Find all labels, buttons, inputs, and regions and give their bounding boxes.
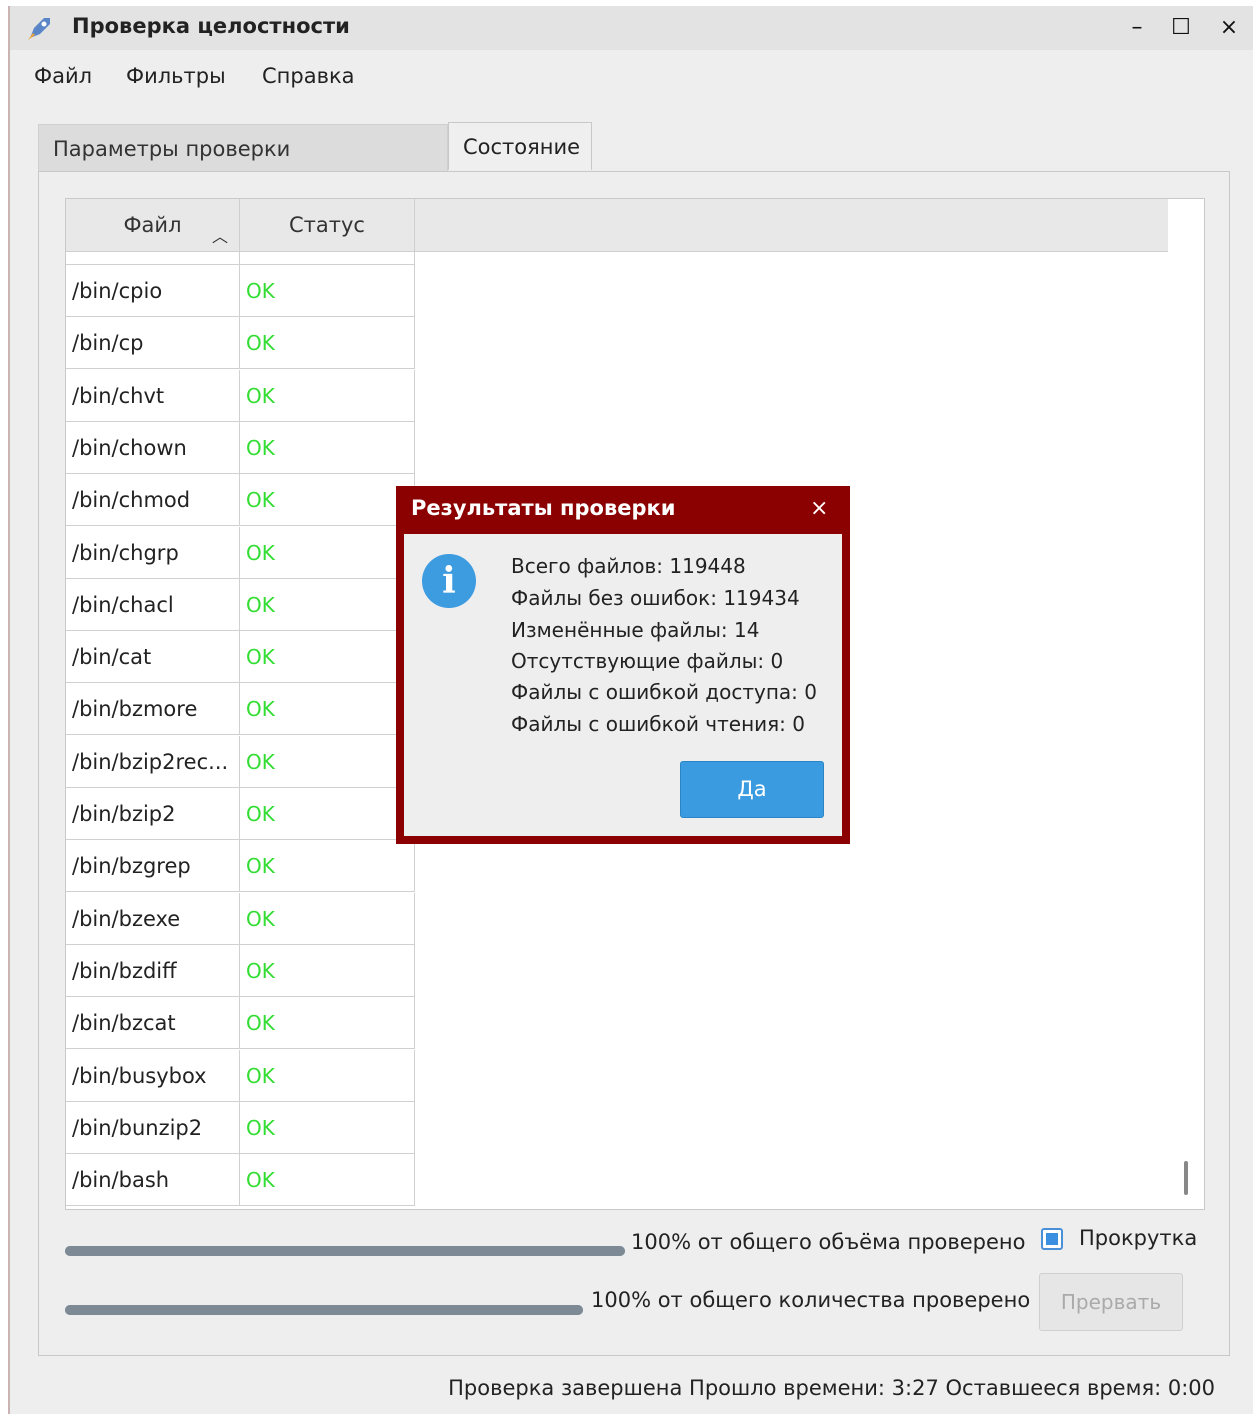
table-cell-status: OK — [240, 578, 415, 631]
table-row[interactable]: /bin/bzexe OK — [66, 892, 415, 945]
missing-files-line: Отсутствующие файлы: 0 — [511, 649, 784, 673]
table-row[interactable]: /bin/bash OK — [66, 1154, 415, 1207]
table-row[interactable]: /bin/bzip2rec... OK — [66, 735, 415, 788]
table-cell-file: /bin/bunzip2 — [66, 1101, 240, 1154]
maximize-button[interactable]: ☐ — [1166, 13, 1196, 43]
table-cell-file: /bin/bzgrep — [66, 840, 240, 893]
table-cell-file: /bin/bzexe — [66, 892, 240, 945]
table-cell-file — [66, 251, 240, 265]
tab-status[interactable]: Состояние — [448, 122, 592, 170]
table-cell-status: OK — [240, 683, 415, 736]
table-row[interactable]: /bin/chgrp OK — [66, 526, 415, 579]
table-cell-status: OK — [240, 317, 415, 370]
table-row[interactable]: /bin/chown OK — [66, 421, 415, 474]
table-row[interactable]: /bin/busybox OK — [66, 1049, 415, 1102]
table-cell-status: OK — [240, 997, 415, 1050]
table-cell-status: OK — [240, 892, 415, 945]
column-header-file[interactable]: Файл ︿ — [66, 199, 240, 251]
close-button[interactable]: × — [1214, 13, 1244, 43]
table-cell-status: OK — [240, 1049, 415, 1102]
table-cell-file: /bin/bzip2 — [66, 788, 240, 840]
table-cell-file: /bin/bzcat — [66, 997, 240, 1050]
ok-button[interactable]: Да — [680, 761, 824, 818]
count-progress-bar — [65, 1305, 583, 1315]
menu-bar: Файл Фильтры Справка — [10, 50, 1253, 100]
table-cell-status: OK — [240, 631, 415, 684]
volume-progress-label: 100% от общего объёма проверено — [631, 1230, 1026, 1254]
table-row-partial — [66, 251, 415, 265]
table-cell-status: OK — [240, 840, 415, 893]
table-cell-file: /bin/chgrp — [66, 526, 240, 579]
table-row[interactable]: /bin/bzdiff OK — [66, 944, 415, 997]
info-icon: i — [422, 554, 476, 608]
count-progress-fill — [65, 1305, 583, 1315]
stop-button[interactable]: Прервать — [1039, 1273, 1183, 1331]
volume-progress-fill — [65, 1246, 625, 1256]
table-row[interactable]: /bin/bzcat OK — [66, 997, 415, 1050]
table-row[interactable]: /bin/bzip2 OK — [66, 788, 415, 840]
menu-help[interactable]: Справка — [262, 64, 355, 88]
table-row[interactable]: /bin/bzgrep OK — [66, 840, 415, 893]
volume-progress-bar — [65, 1246, 625, 1256]
table-cell-file: /bin/bzdiff — [66, 944, 240, 997]
table-cell-file: /bin/chown — [66, 421, 240, 474]
table-cell-file: /bin/chmod — [66, 474, 240, 527]
table-row[interactable]: /bin/bzmore OK — [66, 683, 415, 736]
vertical-scrollbar[interactable] — [1184, 1161, 1188, 1195]
column-header-status[interactable]: Статус — [240, 199, 415, 251]
scroll-checkbox[interactable] — [1041, 1228, 1063, 1250]
access-error-files-line: Файлы с ошибкой доступа: 0 — [511, 680, 817, 704]
table-cell-status: OK — [240, 421, 415, 474]
table-cell-status: OK — [240, 735, 415, 788]
changed-files-line: Изменённые файлы: 14 — [511, 618, 760, 642]
table-row[interactable]: /bin/chvt OK — [66, 369, 415, 422]
table-cell-file: /bin/cat — [66, 631, 240, 684]
rocket-icon — [28, 18, 50, 40]
table-cell-file: /bin/chvt — [66, 369, 240, 422]
table-row[interactable]: /bin/cpio OK — [66, 265, 415, 317]
count-progress-label: 100% от общего количества проверено — [591, 1288, 1031, 1312]
results-dialog: Результаты проверки × i Всего файлов: 11… — [396, 486, 850, 844]
status-bar-text: Проверка завершена Прошло времени: 3:27 … — [448, 1376, 1215, 1400]
menu-file[interactable]: Файл — [34, 64, 92, 88]
minimize-button[interactable]: – — [1122, 13, 1152, 43]
table-row[interactable]: /bin/cp OK — [66, 317, 415, 370]
table-cell-status: OK — [240, 526, 415, 579]
table-header: Файл ︿ Статус — [66, 199, 1168, 252]
table-cell-status: OK — [240, 265, 415, 317]
tab-integrity-params[interactable]: Параметры проверки целостности — [38, 124, 448, 209]
table-cell-file: /bin/chacl — [66, 578, 240, 631]
scroll-checkbox-label[interactable]: Прокрутка — [1079, 1226, 1197, 1250]
window-title: Проверка целостности — [72, 14, 350, 38]
table-cell-status: OK — [240, 1154, 415, 1207]
table-row[interactable]: /bin/chacl OK — [66, 578, 415, 631]
column-header-file-label: Файл — [123, 213, 182, 237]
table-cell-file: /bin/bzip2rec... — [66, 735, 240, 788]
files-ok-line: Файлы без ошибок: 119434 — [511, 586, 800, 610]
title-bar: Проверка целостности – ☐ × — [10, 6, 1253, 50]
table-cell-status: OK — [240, 944, 415, 997]
table-cell-status — [240, 251, 415, 265]
read-error-files-line: Файлы с ошибкой чтения: 0 — [511, 712, 805, 736]
total-files-line: Всего файлов: 119448 — [511, 554, 746, 578]
table-cell-file: /bin/busybox — [66, 1049, 240, 1102]
table-cell-status: OK — [240, 474, 415, 527]
table-row[interactable]: /bin/chmod OK — [66, 474, 415, 527]
table-cell-file: /bin/cp — [66, 317, 240, 370]
table-cell-status: OK — [240, 1101, 415, 1154]
dialog-body: i Всего файлов: 119448 Файлы без ошибок:… — [404, 534, 842, 836]
table-cell-status: OK — [240, 788, 415, 840]
dialog-close-button[interactable]: × — [810, 496, 828, 521]
table-cell-file: /bin/bzmore — [66, 683, 240, 736]
scroll-checkbox-mark — [1046, 1233, 1058, 1245]
table-row[interactable]: /bin/cat OK — [66, 631, 415, 684]
menu-filters[interactable]: Фильтры — [126, 64, 226, 88]
dialog-title: Результаты проверки — [411, 496, 676, 520]
table-row[interactable]: /bin/bunzip2 OK — [66, 1101, 415, 1154]
table-cell-status: OK — [240, 369, 415, 422]
table-cell-file: /bin/bash — [66, 1154, 240, 1207]
table-cell-file: /bin/cpio — [66, 265, 240, 317]
